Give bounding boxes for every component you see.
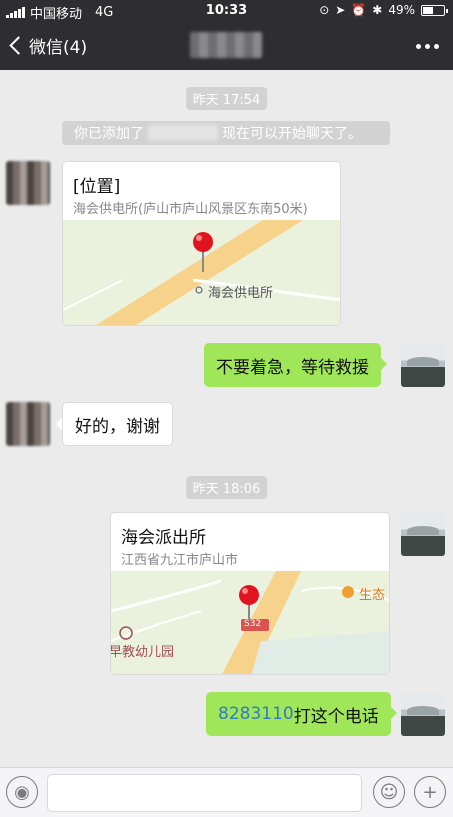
friend-avatar[interactable] — [6, 402, 50, 446]
poi-label-kindergarten: 早教幼儿园 — [111, 645, 175, 660]
status-bar: 中国移动 4G 10:33 ⊙ ➤ ⏰ ✱ 49% — [0, 0, 453, 22]
system-message-prefix: 你已添加了 — [74, 126, 144, 142]
phone-number-link[interactable]: 8283110 — [218, 704, 294, 724]
bluetooth-icon: ✱ — [372, 3, 383, 17]
voice-icon[interactable]: ◉ — [6, 776, 38, 808]
system-message-suffix: 现在可以开始聊天了。 — [222, 126, 362, 142]
map-pin-icon — [193, 232, 213, 252]
self-avatar[interactable] — [401, 512, 445, 556]
self-avatar[interactable] — [401, 343, 445, 387]
map-label: 海会供电所 — [208, 286, 274, 301]
timestamp: 昨天 18:06 — [185, 476, 268, 499]
road-badge-label: S32 — [244, 619, 262, 629]
self-avatar[interactable] — [401, 692, 445, 736]
back-label: 微信(4) — [29, 38, 88, 58]
self-message-bubble[interactable]: 8283110 打这个电话 — [206, 692, 397, 736]
chat-title-blurred — [190, 32, 262, 58]
back-button[interactable]: 微信(4) — [8, 33, 87, 58]
friend-message-bubble[interactable]: 好的，谢谢 — [56, 402, 173, 446]
more-button[interactable] — [416, 44, 439, 49]
battery-percent: 49% — [388, 3, 415, 17]
restaurant-icon — [342, 586, 354, 598]
location-card-1[interactable]: [位置] 海会供电所(庐山市庐山风景区东南50米) 海会供电所 — [62, 161, 341, 326]
friend-avatar[interactable] — [6, 161, 50, 205]
timestamp: 昨天 17:54 — [185, 87, 268, 110]
plus-icon[interactable]: + — [414, 776, 446, 808]
location-address: 江西省九江市庐山市 — [121, 553, 239, 568]
location-map: S32 生态 早教幼儿园 — [111, 571, 389, 674]
system-message: 你已添加了 现在可以开始聊天了。 — [62, 121, 390, 145]
emoji-icon[interactable]: ☺ — [373, 776, 405, 808]
battery-fill — [423, 6, 433, 14]
more-dots-icon — [416, 44, 421, 49]
location-map: 海会供电所 — [63, 220, 340, 325]
location-title: 海会派出所 — [121, 528, 206, 548]
alarm-icon: ⏰ — [351, 3, 367, 17]
message-text: 打这个电话 — [293, 706, 379, 727]
location-card-2[interactable]: 海会派出所 江西省九江市庐山市 S32 生态 早教幼儿园 — [110, 512, 390, 675]
orientation-lock-icon: ⊙ — [319, 3, 330, 17]
input-bar: ◉ ☺ + — [0, 767, 453, 817]
back-chevron-icon — [9, 36, 28, 55]
location-address: 海会供电所(庐山市庐山风景区东南50米) — [73, 202, 308, 217]
map-pin-icon — [239, 585, 259, 605]
nav-bar: 微信(4) — [0, 22, 453, 70]
location-arrow-icon: ➤ — [335, 3, 346, 17]
location-title: [位置] — [73, 177, 121, 197]
blurred-name — [148, 125, 218, 141]
battery-icon — [421, 4, 448, 16]
poi-label-right: 生态 — [359, 588, 386, 603]
message-input[interactable] — [47, 774, 362, 812]
self-message-bubble[interactable]: 不要着急，等待救援 — [204, 343, 387, 387]
